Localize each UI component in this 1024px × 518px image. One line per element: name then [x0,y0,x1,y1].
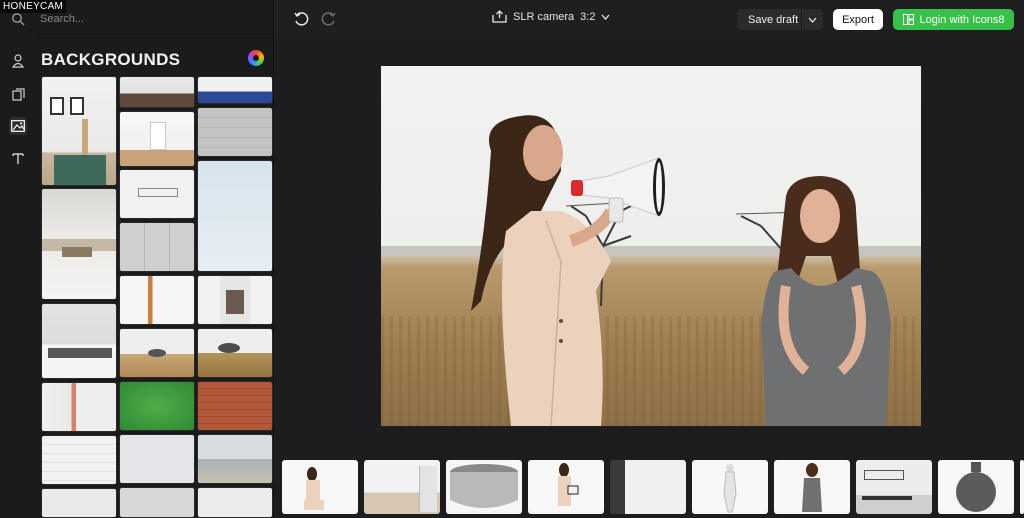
export-button[interactable]: Export [833,9,883,30]
backgrounds-panel: BACKGROUNDS [36,0,274,518]
chevron-down-icon [601,14,610,20]
layers-strip [274,456,1024,518]
woman-in-grey-dress [761,176,891,426]
background-thumbnail[interactable] [41,488,117,518]
upload-icon [492,10,507,23]
panel-title: BACKGROUNDS [41,50,181,69]
tool-rail [0,0,36,518]
background-thumbnail[interactable] [41,76,117,186]
background-thumbnail[interactable] [41,435,117,485]
camera-selector[interactable]: SLR camera 3:2 [492,10,610,23]
background-thumbnail[interactable] [197,107,273,157]
search-bar [36,0,273,38]
background-thumbnail[interactable] [119,434,195,484]
layer-thumbnail[interactable] [610,460,686,514]
redo-icon[interactable] [320,10,338,28]
text-icon[interactable] [9,150,27,168]
layers-icon[interactable] [9,85,27,103]
background-thumbnail[interactable] [119,487,195,518]
background-thumbnail[interactable] [197,487,273,518]
composition-canvas[interactable] [381,66,921,426]
megaphone [571,157,665,223]
background-thumbnail[interactable] [197,76,273,104]
background-thumbnail[interactable] [41,188,117,300]
ratio-label: 3:2 [580,10,596,23]
save-draft-label: Save draft [748,13,799,26]
login-button[interactable]: Login with Icons8 [893,9,1014,30]
save-draft-button[interactable]: Save draft [737,9,823,30]
camera-label: SLR camera [513,10,575,23]
background-thumbnail[interactable] [197,160,273,272]
layer-thumbnail[interactable] [528,460,604,514]
background-thumbnail[interactable] [119,275,195,325]
layer-thumbnail[interactable] [364,460,440,514]
top-toolbar: SLR camera 3:2 Save draft Export Login w… [274,0,1024,38]
icons8-logo-icon [902,14,914,25]
person-icon[interactable] [9,52,27,70]
canvas-area [274,38,1024,456]
background-thumbnail[interactable] [119,111,195,167]
layer-thumbnail[interactable] [282,460,358,514]
app-window: BACKGROUNDS [0,0,1024,518]
layer-thumbnail[interactable] [1020,460,1024,514]
background-thumbnail[interactable] [197,275,273,325]
layer-thumbnail[interactable] [856,460,932,514]
background-thumbnail[interactable] [197,381,273,431]
background-thumbnail[interactable] [119,328,195,378]
layer-thumbnail[interactable] [774,460,850,514]
layer-thumbnail[interactable] [446,460,522,514]
watermark-label: HONEYCAM [0,0,67,13]
color-wheel-icon[interactable] [248,50,264,66]
layer-thumbnail[interactable] [692,460,768,514]
background-thumbnail[interactable] [119,76,195,108]
layer-thumbnail[interactable] [938,460,1014,514]
background-thumbnail[interactable] [119,169,195,219]
undo-icon[interactable] [292,10,310,28]
image-icon[interactable] [9,117,27,135]
search-input[interactable] [40,10,260,28]
background-thumbnail[interactable] [41,382,117,432]
background-thumbnail[interactable] [197,434,273,484]
chevron-down-icon[interactable] [801,9,823,30]
login-label: Login with Icons8 [919,13,1005,26]
background-thumbnail[interactable] [119,222,195,272]
background-thumbnail[interactable] [41,303,117,379]
background-thumbnail[interactable] [119,381,195,431]
background-thumbnail[interactable] [197,328,273,378]
